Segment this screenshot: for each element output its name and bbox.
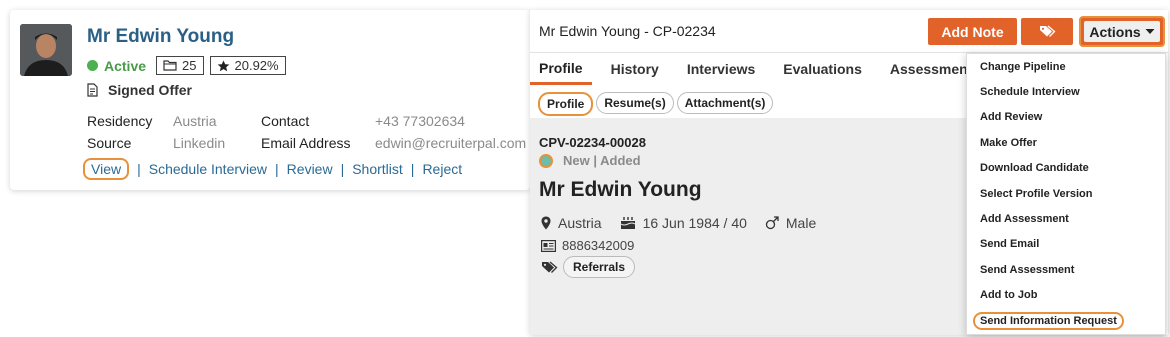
panel-title: Mr Edwin Young - CP-02234	[539, 23, 716, 39]
menu-item-send-email[interactable]: Send Email	[967, 232, 1165, 257]
add-note-button[interactable]: Add Note	[928, 18, 1017, 45]
document-icon	[87, 83, 98, 97]
pipeline-state: New | Added	[539, 153, 641, 168]
tags-icon	[1039, 25, 1055, 37]
menu-item-send-assessment[interactable]: Send Assessment	[967, 257, 1165, 282]
email-value: edwin@recruiterpal.com	[375, 135, 527, 151]
contact-value: +43 77302634	[375, 113, 465, 129]
pipeline-state-dot[interactable]	[539, 153, 553, 168]
review-link[interactable]: Review	[287, 161, 333, 177]
menu-item-send-information-request[interactable]: Send Information Request	[967, 308, 1165, 333]
folder-count: 25	[182, 58, 197, 73]
profile-meta: Austria 16 Jun 1984 / 40 Male	[541, 215, 816, 231]
pipeline-state-text: New | Added	[563, 153, 641, 168]
birthday-cake-icon	[620, 217, 635, 229]
subtab-profile[interactable]: Profile	[538, 92, 594, 116]
status-label: Active	[104, 57, 147, 74]
menu-item-add-to-job[interactable]: Add to Job	[967, 283, 1165, 308]
menu-item-select-profile-version[interactable]: Select Profile Version	[967, 181, 1165, 206]
tag-button[interactable]	[1021, 18, 1073, 45]
profile-subtabs: Profile Resume(s) Attachment(s)	[538, 92, 776, 116]
menu-item-make-offer[interactable]: Make Offer	[967, 130, 1165, 155]
link-separator: |	[410, 161, 415, 177]
rating-value: 20.92%	[234, 58, 279, 73]
offer-status: Signed Offer	[108, 82, 193, 98]
candidate-action-links: View | Schedule Interview | Review | Sho…	[83, 158, 462, 180]
candidate-card: Mr Edwin Young Active 25 20.92% Signed O…	[10, 10, 530, 190]
link-separator: |	[275, 161, 279, 177]
reject-link[interactable]: Reject	[422, 161, 462, 177]
profile-birth: 16 Jun 1984 / 40	[642, 215, 747, 231]
send-information-request-label: Send Information Request	[973, 311, 1124, 330]
offer-status-row: Signed Offer	[87, 82, 192, 98]
actions-button[interactable]: Actions	[1079, 16, 1165, 47]
referrals-tag[interactable]: Referrals	[563, 256, 636, 278]
actions-label: Actions	[1089, 23, 1141, 40]
subtab-resumes[interactable]: Resume(s)	[596, 92, 674, 114]
residency-label: Residency	[87, 113, 153, 129]
actions-dropdown-menu: Change Pipeline Schedule Interview Add R…	[966, 53, 1166, 335]
tab-history[interactable]: History	[602, 53, 668, 85]
menu-item-add-review[interactable]: Add Review	[967, 105, 1165, 130]
tag-row: Referrals	[541, 256, 636, 278]
panel-tabs: Profile History Interviews Evaluations A…	[530, 53, 999, 85]
menu-item-download-candidate[interactable]: Download Candidate	[967, 156, 1165, 181]
candidate-avatar[interactable]	[20, 24, 72, 76]
actions-button-face[interactable]: Actions	[1084, 21, 1160, 42]
shortlist-link[interactable]: Shortlist	[352, 161, 403, 177]
contact-label: Contact	[261, 113, 310, 129]
source-label: Source	[87, 135, 132, 151]
schedule-interview-link[interactable]: Schedule Interview	[149, 161, 267, 177]
profile-name: Mr Edwin Young	[539, 178, 702, 201]
map-marker-icon	[541, 216, 551, 230]
folder-count-badge[interactable]: 25	[156, 56, 204, 75]
candidate-name[interactable]: Mr Edwin Young	[87, 26, 234, 48]
male-symbol-icon	[765, 216, 779, 230]
profile-location: Austria	[558, 215, 602, 231]
tab-evaluations[interactable]: Evaluations	[774, 53, 871, 85]
id-card-icon	[541, 239, 556, 252]
email-label: Email Address	[261, 135, 351, 151]
caret-down-icon	[1145, 29, 1155, 34]
profile-gender: Male	[785, 215, 817, 231]
menu-item-schedule-interview[interactable]: Schedule Interview	[967, 79, 1165, 104]
status-row: Active 25 20.92%	[87, 56, 292, 75]
source-value: Linkedin	[173, 135, 226, 151]
phone-row: 8886342009	[541, 238, 634, 253]
active-status-dot	[87, 60, 98, 71]
menu-item-add-assessment[interactable]: Add Assessment	[967, 206, 1165, 231]
tags-icon	[542, 261, 558, 273]
menu-item-change-pipeline[interactable]: Change Pipeline	[967, 54, 1165, 79]
profile-phone: 8886342009	[562, 238, 635, 253]
subtab-attachments[interactable]: Attachment(s)	[676, 92, 774, 114]
link-separator: |	[340, 161, 345, 177]
folder-icon	[163, 60, 177, 71]
tab-profile[interactable]: Profile	[530, 53, 592, 85]
profile-summary: CPV-02234-00028 New | Added Mr Edwin You…	[530, 118, 968, 335]
panel-header: Mr Edwin Young - CP-02234 Add Note Actio…	[530, 10, 1168, 53]
tab-interviews[interactable]: Interviews	[678, 53, 764, 85]
profile-version-code: CPV-02234-00028	[539, 135, 646, 150]
link-separator: |	[137, 161, 141, 177]
candidate-info: Residency Austria Contact +43 77302634 S…	[87, 110, 526, 154]
rating-badge[interactable]: 20.92%	[209, 56, 286, 75]
view-link[interactable]: View	[83, 158, 130, 180]
residency-value: Austria	[173, 113, 217, 129]
star-icon	[217, 60, 229, 71]
